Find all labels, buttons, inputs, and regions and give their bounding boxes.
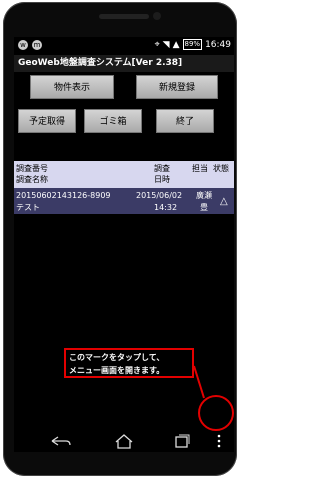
highlight-circle: [198, 395, 234, 431]
